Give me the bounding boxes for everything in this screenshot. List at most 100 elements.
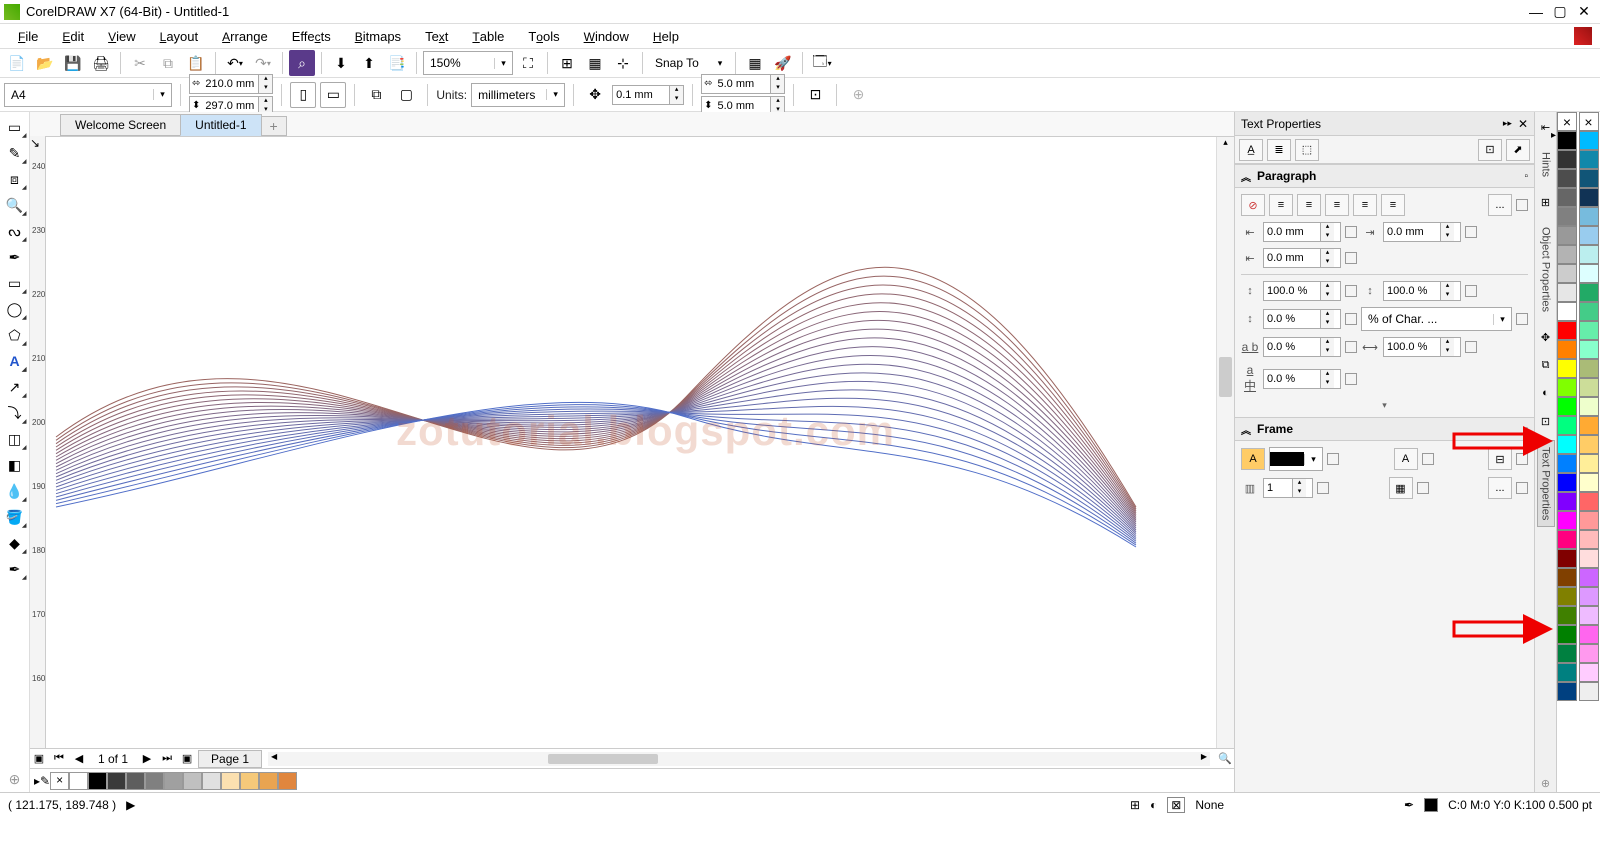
frame-section-header[interactable]: ︽Frame▫	[1235, 417, 1534, 441]
palette-swatch[interactable]	[1579, 663, 1599, 682]
palette-swatch[interactable]	[1557, 435, 1577, 454]
options-dialog-icon[interactable]: ⊡	[1478, 139, 1502, 161]
palette-swatch[interactable]	[1557, 454, 1577, 473]
transform-docker-icon[interactable]: ✥	[1537, 328, 1555, 346]
current-page-icon[interactable]: ▢	[393, 82, 419, 108]
swatch-none[interactable]: ×	[50, 772, 69, 790]
rulers-icon[interactable]: ⊞	[554, 50, 580, 76]
menu-arrange[interactable]: Arrange	[212, 27, 278, 46]
col-balance-icon[interactable]: ▦	[1389, 477, 1413, 499]
drop-shadow-tool[interactable]: ◫◢	[2, 426, 28, 452]
vtab-object-properties[interactable]: Object Properties	[1538, 221, 1554, 318]
palette-swatch[interactable]	[1579, 321, 1599, 340]
fillet-icon[interactable]: ⊡	[1537, 412, 1555, 430]
close-button[interactable]: ✕	[1572, 2, 1596, 22]
print-icon[interactable]: 🖨	[88, 50, 114, 76]
palette-swatch[interactable]	[1579, 245, 1599, 264]
freehand-tool[interactable]: ᔓ◢	[2, 218, 28, 244]
add-page-after-icon[interactable]: ▣	[178, 752, 196, 765]
search-content-icon[interactable]: ⌕	[289, 50, 315, 76]
lang-spacing-input[interactable]: ▴▾	[1263, 369, 1341, 389]
align-docker-icon[interactable]: ⊞	[1537, 193, 1555, 211]
eyedropper-icon[interactable]: ✎	[40, 774, 50, 788]
palette-swatch[interactable]	[1579, 568, 1599, 587]
swatch[interactable]	[126, 772, 145, 790]
canvas[interactable]: zotutorial.blogspot.com	[46, 137, 1216, 748]
swatch[interactable]	[88, 772, 107, 790]
before-spacing-input[interactable]: ▴▾	[1263, 281, 1341, 301]
palette-swatch[interactable]	[1557, 150, 1577, 169]
guidelines-icon[interactable]: ⊹	[610, 50, 636, 76]
palette-swatch[interactable]	[1557, 606, 1577, 625]
fullscreen-icon[interactable]: ⛶	[515, 50, 541, 76]
scrollbar-horizontal[interactable]: ◀ ▶	[268, 752, 1210, 766]
outline-pen-tool[interactable]: ✒◢	[2, 556, 28, 582]
pick-tool[interactable]: ▭◢	[2, 114, 28, 140]
indent-first-input[interactable]: ▴▾	[1263, 248, 1341, 268]
app-launcher-icon[interactable]: 🚀	[770, 50, 796, 76]
status-tool-icon[interactable]: ⊞	[1130, 798, 1140, 812]
snap-to-select[interactable]: Snap To▾	[649, 51, 729, 75]
palette-swatch[interactable]	[1557, 397, 1577, 416]
workspace-icon[interactable]: 🗔▾	[809, 50, 835, 76]
open-icon[interactable]: 📂	[32, 50, 58, 76]
align-right-icon[interactable]: ≡	[1325, 194, 1349, 216]
palette-swatch[interactable]	[1579, 264, 1599, 283]
palette-swatch[interactable]	[1579, 435, 1599, 454]
minimize-button[interactable]: —	[1524, 2, 1548, 22]
align-lock[interactable]	[1516, 199, 1528, 211]
landscape-icon[interactable]: ▭	[320, 82, 346, 108]
page-size-select[interactable]: A4▾	[4, 83, 172, 107]
undo-icon[interactable]: ↶▾	[222, 50, 248, 76]
palette-swatch[interactable]	[1557, 112, 1577, 131]
swatch[interactable]	[221, 772, 240, 790]
align-force-icon[interactable]: ≡	[1381, 194, 1405, 216]
palette-swatch[interactable]	[1579, 492, 1599, 511]
last-page-button[interactable]: ⏭	[158, 752, 176, 765]
palette-swatch[interactable]	[1557, 568, 1577, 587]
palette-swatch[interactable]	[1557, 207, 1577, 226]
import-icon[interactable]: ⬇	[328, 50, 354, 76]
palette-swatch[interactable]	[1579, 207, 1599, 226]
artistic-media-tool[interactable]: ✒	[2, 244, 28, 270]
word-spacing-input[interactable]: ▴▾	[1383, 337, 1461, 357]
menu-tools[interactable]: Tools	[518, 27, 569, 46]
next-page-button[interactable]: ▶	[138, 752, 156, 765]
first-page-button[interactable]: ⏮	[50, 752, 68, 765]
palette-swatch[interactable]	[1557, 530, 1577, 549]
swatch[interactable]	[278, 772, 297, 790]
treat-as-filled-icon[interactable]: ⊡	[802, 82, 828, 108]
palette-swatch[interactable]	[1579, 644, 1599, 663]
palette-swatch[interactable]	[1579, 188, 1599, 207]
frame-bg-color[interactable]: ▾	[1269, 447, 1323, 471]
menu-edit[interactable]: Edit	[52, 27, 94, 46]
add-preset-icon[interactable]: ⊕	[845, 82, 871, 108]
palette-swatch[interactable]	[1579, 625, 1599, 644]
shaping-icon[interactable]: ◐	[1537, 384, 1555, 402]
palette-swatch[interactable]	[1579, 416, 1599, 435]
step-repeat-icon[interactable]: ⧉	[1537, 356, 1555, 374]
palette-swatch[interactable]	[1557, 283, 1577, 302]
navigator-icon[interactable]: 🔍	[1216, 752, 1234, 765]
spacing-unit-select[interactable]: % of Char. ...▾	[1361, 307, 1512, 331]
frame-bg-a-icon[interactable]: A	[1241, 448, 1265, 470]
paragraph-tab-icon[interactable]: ≣	[1267, 139, 1291, 161]
palette-swatch[interactable]	[1579, 454, 1599, 473]
menu-table[interactable]: Table	[462, 27, 514, 46]
palette-swatch[interactable]	[1579, 378, 1599, 397]
palette-swatch[interactable]	[1579, 226, 1599, 245]
indent-right-input[interactable]: ▴▾	[1383, 222, 1461, 242]
new-icon[interactable]: 📄	[4, 50, 30, 76]
palette-scroll-up[interactable]: ▸	[1551, 130, 1556, 141]
palette-swatch[interactable]	[1579, 340, 1599, 359]
columns-input[interactable]: ▴▾	[1263, 478, 1313, 498]
palette-swatch[interactable]	[1557, 682, 1577, 701]
interactive-icon[interactable]: ⬈	[1506, 139, 1530, 161]
palette-swatch[interactable]	[1557, 663, 1577, 682]
align-justify-icon[interactable]: ≡	[1353, 194, 1377, 216]
frame-outline-a-icon[interactable]: A	[1394, 448, 1418, 470]
tab-welcome[interactable]: Welcome Screen	[60, 114, 181, 136]
palette-swatch[interactable]	[1557, 416, 1577, 435]
palette-swatch[interactable]	[1579, 511, 1599, 530]
all-pages-icon[interactable]: ⧉	[363, 82, 389, 108]
